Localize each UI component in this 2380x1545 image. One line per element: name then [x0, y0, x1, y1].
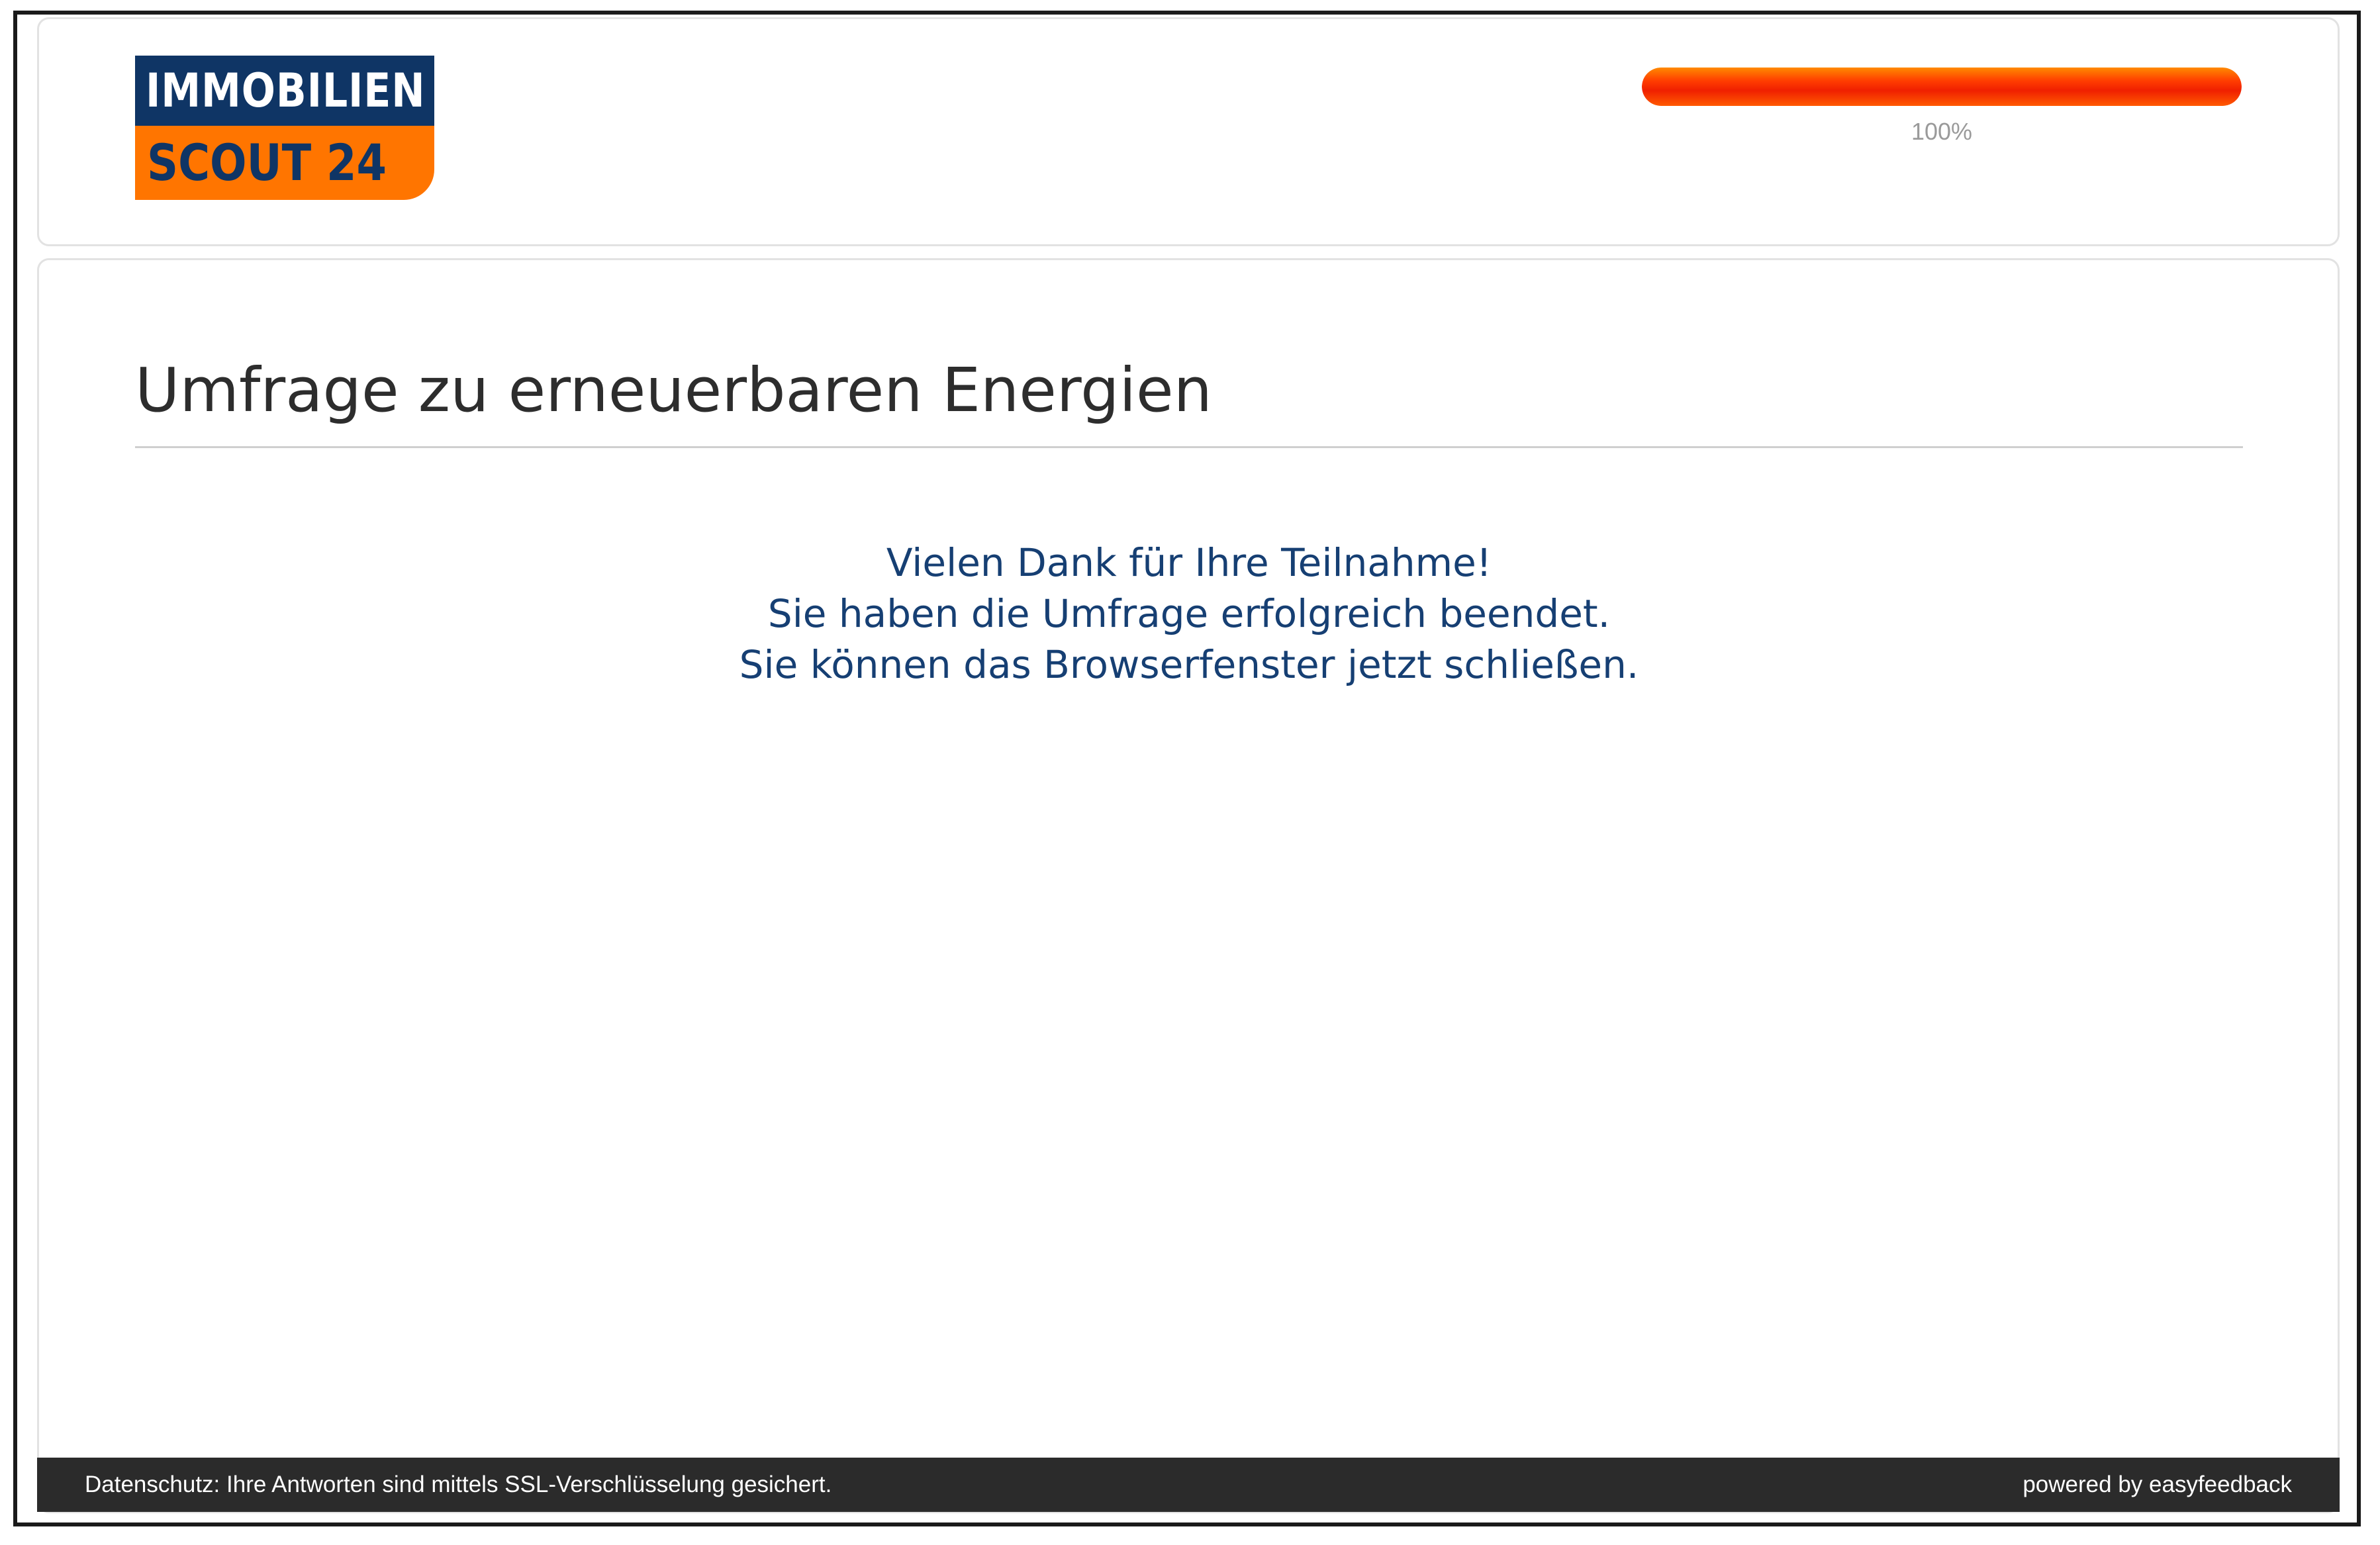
progress-bar-fill [1642, 68, 2242, 106]
completion-message: Vielen Dank für Ihre Teilnahme! Sie habe… [135, 538, 2243, 690]
title-divider [135, 446, 2243, 448]
completion-message-line: Vielen Dank für Ihre Teilnahme! [886, 540, 1492, 585]
completion-message-line: Sie können das Browserfenster jetzt schl… [739, 642, 1639, 687]
powered-by-link[interactable]: powered by easyfeedback [2023, 1458, 2292, 1512]
logo-text-top: IMMOBILIEN [135, 56, 434, 126]
progress-bar [1642, 68, 2242, 106]
privacy-notice: Datenschutz: Ihre Antworten sind mittels… [85, 1472, 832, 1497]
footer: Datenschutz: Ihre Antworten sind mittels… [37, 1458, 2340, 1512]
progress-label: 100% [1911, 118, 1973, 145]
immobilienscout24-logo: IMMOBILIEN SCOUT 24 [135, 56, 434, 200]
completion-message-line: Sie haben die Umfrage erfolgreich beende… [767, 591, 1611, 636]
page-title: Umfrage zu erneuerbaren Energien [135, 355, 1212, 426]
logo-text-bottom: SCOUT 24 [135, 126, 434, 200]
